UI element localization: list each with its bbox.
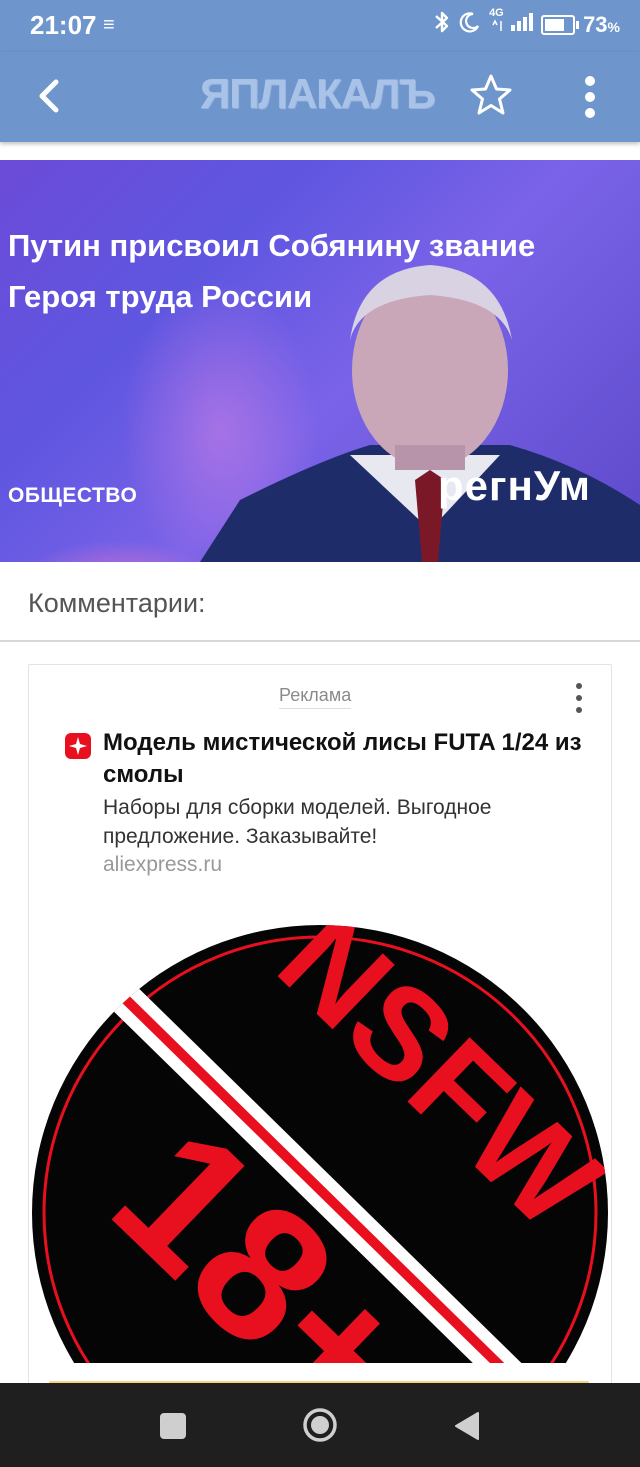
banner-headline: Путин присвоил Собянину звание Героя тру… xyxy=(8,220,628,322)
network-type: 4G xyxy=(489,7,504,19)
favorite-button[interactable] xyxy=(468,72,514,118)
ad-title-link[interactable]: Модель мистической лисы FUTA 1/24 из смо… xyxy=(103,727,593,791)
back-button[interactable] xyxy=(32,74,72,118)
ad-menu-button[interactable] xyxy=(573,683,585,717)
system-nav-bar xyxy=(0,1383,640,1467)
signal-icon: 4G xyxy=(489,7,534,39)
moon-icon xyxy=(459,11,481,39)
status-icons: 4G 73% xyxy=(433,7,620,40)
more-options-button[interactable] xyxy=(576,72,604,120)
divider xyxy=(0,640,640,642)
status-time: 21:07 xyxy=(30,10,97,40)
banner-glow xyxy=(20,540,220,562)
more-vert-icon xyxy=(573,683,585,713)
ad-image[interactable]: NSFW 18+ xyxy=(29,893,611,1363)
banner-headline-line: Путин присвоил Собянину звание xyxy=(8,228,536,263)
star-icon xyxy=(470,74,512,115)
ad-domain-link[interactable]: aliexpress.ru xyxy=(103,853,222,877)
notification-menu-icon: ≡ xyxy=(103,14,115,36)
nav-home-icon[interactable] xyxy=(302,1407,338,1443)
ad-description: Наборы для сборки моделей. Выгодное пред… xyxy=(103,796,492,848)
more-vert-icon xyxy=(576,76,604,118)
app-bar: ЯПЛАКАЛЪ xyxy=(0,52,640,142)
bluetooth-icon xyxy=(433,10,451,40)
battery-icon xyxy=(541,15,580,35)
app-logo: ЯПЛАКАЛЪ xyxy=(200,70,436,117)
battery-level xyxy=(545,19,565,31)
news-banner[interactable]: Путин присвоил Собянину звание Героя тру… xyxy=(0,160,640,562)
ad-card[interactable]: Реклама Модель мистической лисы FUTA 1/2… xyxy=(28,664,612,1406)
back-arrow-icon xyxy=(39,79,59,113)
nav-square-icon[interactable] xyxy=(160,1413,186,1439)
comments-heading: Комментарии: xyxy=(28,588,206,618)
nav-back-icon[interactable] xyxy=(452,1410,482,1442)
aliexpress-icon xyxy=(65,733,91,759)
status-bar: 21:07 ≡ 4G 73% xyxy=(0,0,640,52)
banner-brand-logo: регнУм xyxy=(438,462,591,509)
ad-label: Реклама xyxy=(279,685,352,709)
battery-percent: 73% xyxy=(583,12,620,37)
banner-category: ОБЩЕСТВО xyxy=(8,484,138,507)
banner-headline-line: Героя труда России xyxy=(8,279,313,314)
